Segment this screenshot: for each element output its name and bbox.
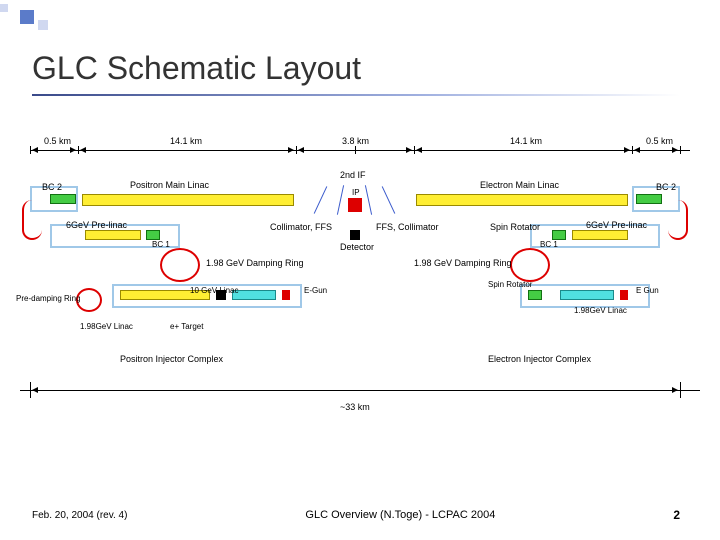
dr-left-label: 1.98 GeV Damping Ring (206, 258, 304, 268)
prelinac-left-label: 6GeV Pre-linac (66, 220, 127, 230)
pos-linac-label: Positron Main Linac (130, 180, 209, 190)
prelinac-right-label: 6GeV Pre-linac (586, 220, 647, 230)
footer-date: Feb. 20, 2004 (rev. 4) (32, 510, 127, 521)
detector-label: Detector (340, 242, 374, 252)
ip-label: IP (352, 188, 360, 197)
bc2-left (50, 194, 76, 204)
ip-box (348, 198, 362, 212)
linac198-left (232, 290, 276, 300)
linac198-right (560, 290, 614, 300)
ruler-seg5: 0.5 km (646, 136, 673, 146)
damping-ring-left (160, 248, 200, 282)
slide-footer: Feb. 20, 2004 (rev. 4) GLC Overview (N.T… (32, 508, 680, 522)
schematic-diagram: 0.5 km 14.1 km 3.8 km 14.1 km 0.5 km 2nd… (20, 130, 700, 440)
etarget-label: e+ Target (170, 322, 203, 331)
prelinac-right (572, 230, 628, 240)
ruler-seg2: 14.1 km (170, 136, 202, 146)
footer-page: 2 (673, 508, 680, 522)
coll-ffs-left: Collimator, FFS (270, 222, 332, 232)
spin-rot-right (528, 290, 542, 300)
linac198-left-label: 1.98GeV Linac (80, 322, 133, 331)
linac10-label: 10 GeV Linac (190, 286, 238, 295)
pos-inj-label: Positron Injector Complex (120, 354, 223, 364)
ruler-seg3: 3.8 km (342, 136, 369, 146)
egun-left-label: E-Gun (304, 286, 327, 295)
bc1-right-label: BC 1 (540, 240, 558, 249)
right-arc (668, 200, 688, 240)
egun-right-label: E Gun (636, 286, 659, 295)
left-arc (22, 200, 42, 240)
bc2-left-label: BC 2 (42, 182, 62, 192)
elec-linac-label: Electron Main Linac (480, 180, 559, 190)
coll-ffs-right: FFS, Collimator (376, 222, 439, 232)
ruler-seg1: 0.5 km (44, 136, 71, 146)
second-if-label: 2nd IF (340, 170, 366, 180)
spin-rot-right-top: Spin Rotator (490, 222, 540, 232)
damping-ring-right (510, 248, 550, 282)
positron-main-linac (82, 194, 294, 206)
prelinac-left (85, 230, 141, 240)
bc1-left-label: BC 1 (152, 240, 170, 249)
footer-center: GLC Overview (N.Toge) - LCPAC 2004 (305, 509, 495, 521)
title-underline (32, 94, 680, 96)
egun-left (282, 290, 290, 300)
egun-right (620, 290, 628, 300)
page-title: GLC Schematic Layout (32, 50, 361, 87)
bc2-right-label: BC 2 (656, 182, 676, 192)
top-ruler (30, 150, 690, 151)
elec-inj-label: Electron Injector Complex (488, 354, 591, 364)
linac198-right-label: 1.98GeV Linac (574, 306, 627, 315)
spin-rot-right-label: Spin Rotator (488, 280, 532, 289)
bc1-right (552, 230, 566, 240)
detector-box (350, 230, 360, 240)
total-length-bar (20, 390, 700, 391)
bc2-right (636, 194, 662, 204)
electron-main-linac (416, 194, 628, 206)
total-length-label: ~33 km (340, 402, 370, 412)
ruler-seg4: 14.1 km (510, 136, 542, 146)
slide-decoration (0, 0, 120, 40)
pre-damp-label: Pre-damping Ring (16, 294, 80, 303)
dr-right-label: 1.98 GeV Damping Ring (414, 258, 512, 268)
bc1-left (146, 230, 160, 240)
